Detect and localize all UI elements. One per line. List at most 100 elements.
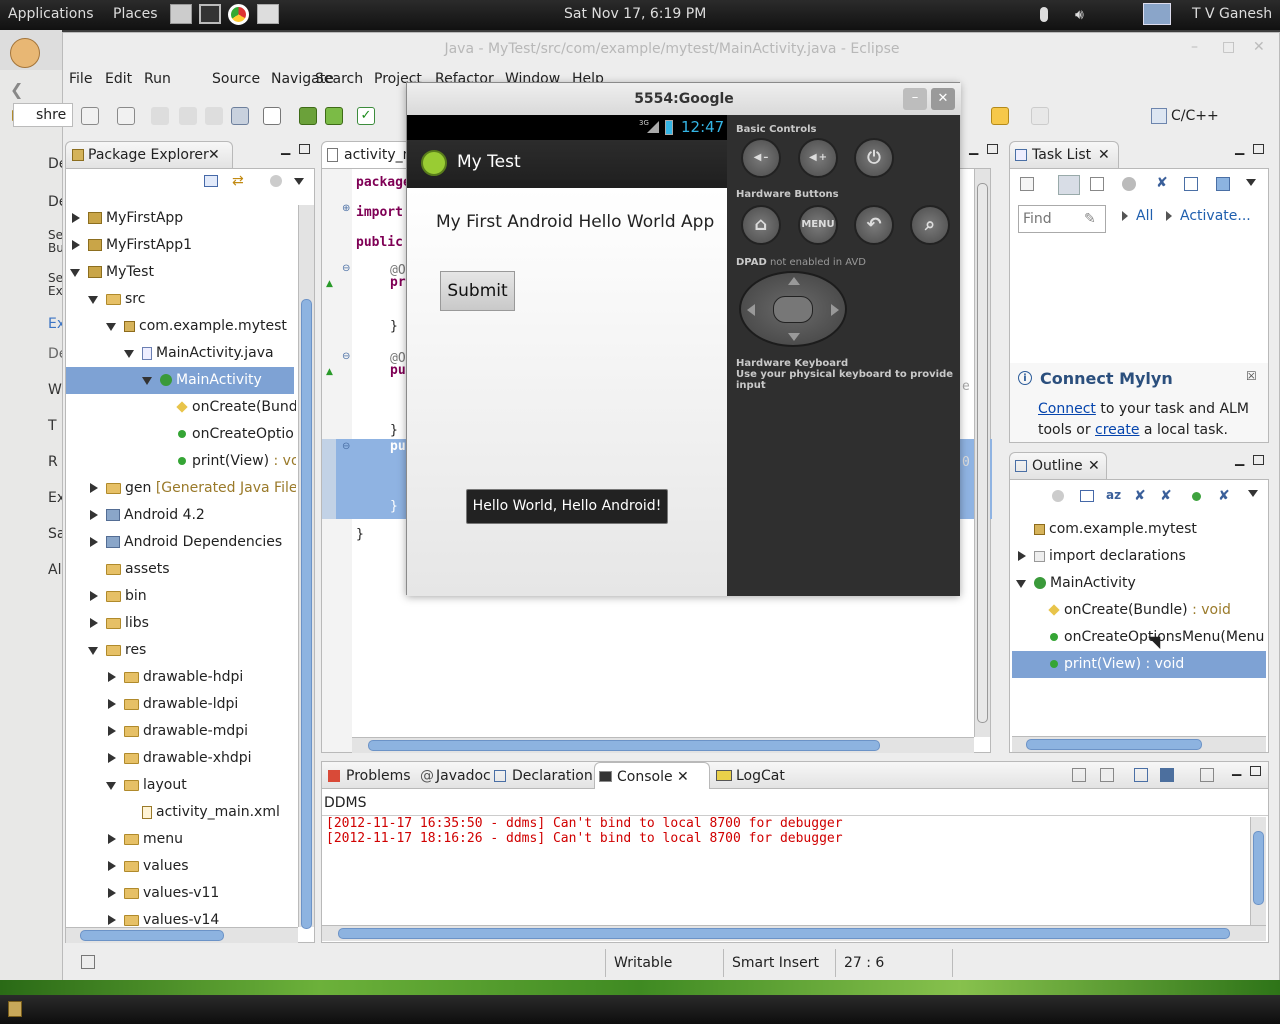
link-with-editor-icon[interactable]: ⇄ bbox=[232, 173, 248, 189]
filter-icon[interactable] bbox=[270, 175, 282, 187]
all-tasks-link[interactable]: All bbox=[1136, 208, 1153, 224]
close-tab-icon[interactable]: ✕ bbox=[1088, 453, 1100, 479]
menu-file[interactable]: File bbox=[69, 71, 92, 87]
tree-item-src[interactable]: src bbox=[88, 286, 296, 313]
collapse-all-icon[interactable] bbox=[204, 175, 218, 187]
back-icon[interactable]: ↶ bbox=[854, 205, 894, 245]
pin-console-icon[interactable] bbox=[1134, 768, 1148, 782]
tree-item-drawable-mdpi[interactable]: drawable-mdpi bbox=[106, 718, 296, 745]
checkmark-icon[interactable]: ✓ bbox=[357, 107, 375, 125]
show-desktop-icon[interactable] bbox=[8, 1001, 22, 1017]
tree-item-libs[interactable]: libs bbox=[88, 610, 296, 637]
view-menu-icon[interactable] bbox=[1248, 490, 1258, 497]
editor-hscroll[interactable] bbox=[352, 737, 974, 753]
scroll-lock-icon[interactable] bbox=[1100, 768, 1114, 782]
task-list-tab[interactable]: Task List ✕ bbox=[1009, 141, 1119, 168]
avd-manager-icon[interactable] bbox=[325, 107, 343, 125]
maximize-view-icon[interactable] bbox=[299, 144, 310, 154]
new-icon[interactable] bbox=[81, 107, 99, 125]
tree-item-drawable-ldpi[interactable]: drawable-ldpi bbox=[106, 691, 296, 718]
scheduled-icon[interactable] bbox=[1090, 177, 1104, 191]
save-icon[interactable] bbox=[151, 107, 169, 125]
tree-item-android-4-2[interactable]: Android 4.2 bbox=[88, 502, 296, 529]
maximize-window-button[interactable]: □ bbox=[1222, 39, 1235, 55]
editor-maximize-icon[interactable] bbox=[987, 144, 998, 154]
editor-vscroll[interactable] bbox=[974, 169, 990, 737]
activate-task-link[interactable]: Activate... bbox=[1180, 208, 1251, 224]
tree-item-print[interactable]: print(View) : vo bbox=[178, 448, 296, 475]
close-mylyn-icon[interactable]: ☒ bbox=[1246, 369, 1257, 383]
tree-item-assets[interactable]: assets bbox=[106, 556, 296, 583]
view-menu-icon[interactable] bbox=[1246, 179, 1256, 186]
connect-link[interactable]: Connect bbox=[1038, 401, 1096, 417]
clock[interactable]: Sat Nov 17, 6:19 PM bbox=[564, 6, 706, 22]
new-wizard-icon[interactable] bbox=[117, 107, 135, 125]
tab-console[interactable]: Console ✕ bbox=[594, 762, 710, 790]
volume-up-icon[interactable]: ◀ + bbox=[798, 138, 838, 178]
terminal-launcher-icon[interactable] bbox=[170, 4, 192, 24]
view-menu-icon[interactable] bbox=[294, 178, 304, 185]
outline-tab[interactable]: Outline ✕ bbox=[1009, 452, 1107, 479]
clear-console-icon[interactable] bbox=[1072, 768, 1086, 782]
sync-icon[interactable] bbox=[1216, 177, 1230, 191]
hide-completed-icon[interactable]: ✘ bbox=[1156, 175, 1168, 191]
sort-icon[interactable]: az bbox=[1106, 488, 1121, 502]
tree-item-package[interactable]: com.example.mytest bbox=[106, 313, 296, 340]
printer-launcher-icon[interactable] bbox=[257, 4, 279, 24]
maximize-view-icon[interactable] bbox=[1250, 766, 1261, 776]
forward-navigation-icon[interactable] bbox=[1031, 107, 1049, 125]
minimize-view-icon[interactable]: ▁ bbox=[1235, 452, 1244, 466]
tree-item-oncreate[interactable]: onCreate(Bund bbox=[176, 394, 296, 421]
network-icon[interactable] bbox=[1143, 3, 1171, 25]
hide-static-icon[interactable]: ✘ bbox=[1160, 488, 1172, 504]
hide-fields-icon[interactable]: ✘ bbox=[1134, 488, 1146, 504]
tree-item-oncreateoptions[interactable]: onCreateOptio bbox=[178, 421, 296, 448]
volume-down-icon[interactable]: ◀ – bbox=[741, 138, 781, 178]
fold-icon[interactable]: ⊖ bbox=[342, 263, 350, 274]
tree-item-layout[interactable]: layout bbox=[106, 772, 296, 799]
outline-item-mainactivity[interactable]: MainActivity bbox=[1016, 570, 1264, 597]
submit-button[interactable]: Submit bbox=[440, 271, 515, 311]
close-window-button[interactable]: ✕ bbox=[1253, 39, 1265, 55]
open-console-icon[interactable] bbox=[1200, 768, 1214, 782]
close-tab-icon[interactable]: ✕ bbox=[208, 142, 220, 168]
tree-item-mainactivity-java[interactable]: MainActivity.java bbox=[124, 340, 296, 367]
fold-icon[interactable]: ⊖ bbox=[342, 351, 350, 362]
focus-active-icon[interactable] bbox=[1052, 490, 1064, 502]
chrome-icon[interactable] bbox=[228, 4, 249, 25]
collapse-all-icon[interactable] bbox=[1184, 177, 1198, 191]
emulator-close-button[interactable]: ✕ bbox=[931, 88, 955, 110]
minimize-view-icon[interactable]: ▁ bbox=[1232, 762, 1241, 776]
save-as-icon[interactable] bbox=[205, 107, 223, 125]
tab-declaration[interactable]: Declaration bbox=[490, 762, 594, 790]
save-all-icon[interactable] bbox=[179, 107, 197, 125]
print-icon[interactable] bbox=[231, 107, 249, 125]
perspective-switcher[interactable]: C/C++ bbox=[1149, 103, 1267, 129]
fold-icon[interactable]: ⊖ bbox=[342, 441, 350, 452]
tree-item-gen[interactable]: gen [Generated Java Files] bbox=[88, 475, 296, 502]
categorized-icon[interactable] bbox=[1058, 175, 1080, 195]
minimize-window-button[interactable]: – bbox=[1191, 39, 1198, 55]
package-explorer-hscroll[interactable] bbox=[66, 927, 298, 943]
minimize-view-icon[interactable]: ▁ bbox=[1235, 141, 1244, 155]
menu-search[interactable]: Search bbox=[315, 71, 363, 87]
places-menu[interactable]: Places bbox=[113, 6, 158, 22]
outline-item-oncreate[interactable]: onCreate(Bundle) : void bbox=[1048, 597, 1264, 624]
menu-edit[interactable]: Edit bbox=[105, 71, 132, 87]
applications-menu[interactable]: Applications bbox=[8, 6, 94, 22]
tree-item-myfirstapp1[interactable]: MyFirstApp1 bbox=[70, 232, 296, 259]
monitor-launcher-icon[interactable] bbox=[199, 4, 221, 24]
tree-item-android-dependencies[interactable]: Android Dependencies bbox=[88, 529, 296, 556]
clear-find-icon[interactable]: ✎ bbox=[1084, 211, 1096, 227]
outline-item-package[interactable]: com.example.mytest bbox=[1034, 516, 1264, 543]
outline-item-imports[interactable]: import declarations bbox=[1016, 543, 1264, 570]
tree-item-values-v11[interactable]: values-v11 bbox=[106, 880, 296, 907]
maximize-view-icon[interactable] bbox=[1253, 455, 1264, 465]
tree-item-mytest[interactable]: MyTest bbox=[70, 259, 296, 286]
menu-source[interactable]: Source bbox=[212, 71, 260, 87]
focus-icon[interactable] bbox=[1122, 177, 1136, 191]
working-set-tab[interactable]: shre bbox=[13, 103, 73, 127]
console-hscroll[interactable] bbox=[322, 925, 1266, 941]
package-explorer-vscroll[interactable] bbox=[298, 205, 314, 929]
editor-tab-activity-main[interactable]: activity_m bbox=[321, 141, 416, 168]
